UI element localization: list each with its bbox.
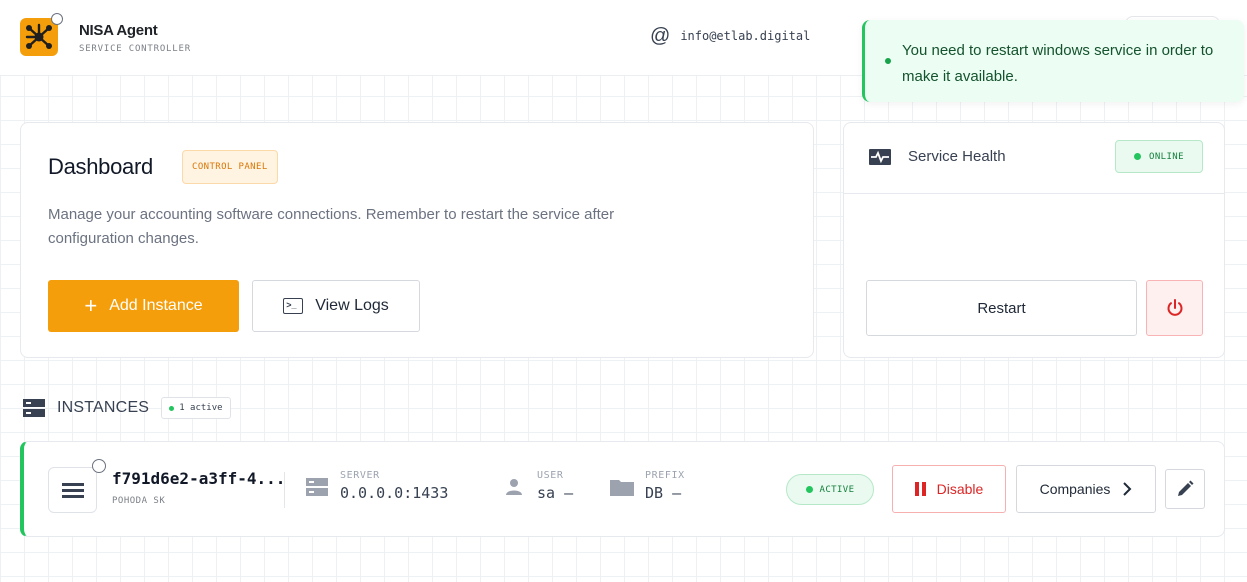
active-count-text: 1 active	[179, 403, 223, 413]
prefix-value: DB —	[645, 484, 682, 502]
instance-status-ring	[92, 459, 106, 473]
server-field: SERVER 0.0.0.0:1433	[340, 470, 448, 502]
email-text: info@etlab.digital	[680, 29, 811, 43]
control-panel-badge: CONTROL PANEL	[182, 150, 278, 184]
terminal-icon: >_	[283, 298, 304, 314]
status-ring	[51, 13, 63, 25]
dashboard-description: Manage your accounting software connecti…	[48, 206, 615, 247]
plus-icon: +	[84, 293, 98, 318]
online-status-text: ONLINE	[1149, 151, 1184, 162]
service-health-card: Service Health ONLINE Restart	[843, 122, 1225, 358]
active-count-badge: 1 active	[161, 397, 231, 419]
user-value: sa —	[537, 484, 574, 502]
dashboard-card: Dashboard CONTROL PANEL Manage your acco…	[20, 122, 814, 358]
edit-instance-button[interactable]	[1165, 469, 1205, 509]
disable-label: Disable	[936, 481, 984, 497]
online-dot	[1134, 153, 1142, 160]
pencil-icon	[1178, 480, 1194, 496]
app-title: NISA Agent	[79, 22, 158, 39]
active-dot	[169, 405, 175, 411]
view-logs-label: View Logs	[315, 297, 389, 314]
companies-label: Companies	[1039, 481, 1111, 497]
divider	[284, 472, 285, 508]
app-subtitle: SERVICE CONTROLLER	[79, 44, 191, 54]
power-button[interactable]	[1146, 280, 1203, 336]
add-instance-button[interactable]: + Add Instance	[48, 280, 239, 332]
user-label: USER	[537, 470, 564, 481]
restart-button[interactable]: Restart	[866, 280, 1137, 336]
instance-row: f791d6e2-a3ff-4... POHODA SK SERVER 0.0.…	[20, 441, 1225, 537]
menu-icon	[61, 483, 84, 498]
folder-icon	[610, 480, 634, 496]
instance-type: POHODA SK	[112, 496, 166, 506]
instances-header: INSTANCES 1 active	[23, 397, 231, 419]
user-icon	[506, 479, 522, 495]
chevron-right-icon	[1123, 482, 1132, 496]
instance-menu-button[interactable]	[48, 467, 97, 513]
toast-status-dot	[885, 58, 891, 64]
at-icon: @	[650, 25, 671, 47]
server-stack-icon	[23, 399, 45, 417]
active-status-dot	[805, 486, 813, 493]
health-title: Service Health	[908, 148, 1006, 165]
server-value: 0.0.0.0:1433	[340, 484, 449, 502]
online-status-badge: ONLINE	[1115, 140, 1203, 173]
view-logs-button[interactable]: >_ View Logs	[252, 280, 420, 332]
prefix-label: PREFIX	[645, 470, 685, 481]
pause-icon	[914, 482, 926, 496]
user-field: USER sa —	[537, 470, 573, 502]
power-icon	[1167, 299, 1182, 316]
instance-id: f791d6e2-a3ff-4...	[112, 469, 286, 488]
pulse-icon	[869, 149, 891, 165]
toast-message: You need to restart windows service in o…	[902, 42, 1214, 85]
page-title: Dashboard	[48, 154, 153, 179]
disable-button[interactable]: Disable	[892, 465, 1006, 513]
server-icon	[306, 478, 328, 496]
instance-status-badge: ACTIVE	[786, 474, 874, 505]
companies-button[interactable]: Companies	[1016, 465, 1156, 513]
restart-toast: You need to restart windows service in o…	[862, 20, 1244, 102]
health-header: Service Health ONLINE	[844, 123, 1224, 194]
app-logo	[20, 13, 63, 56]
instances-title: INSTANCES	[57, 399, 150, 416]
server-label: SERVER	[340, 470, 380, 481]
instance-status-text: ACTIVE	[819, 484, 855, 495]
prefix-field: PREFIX DB —	[645, 470, 685, 502]
add-instance-label: Add Instance	[109, 297, 203, 314]
contact-email[interactable]: @ info@etlab.digital	[650, 26, 810, 46]
